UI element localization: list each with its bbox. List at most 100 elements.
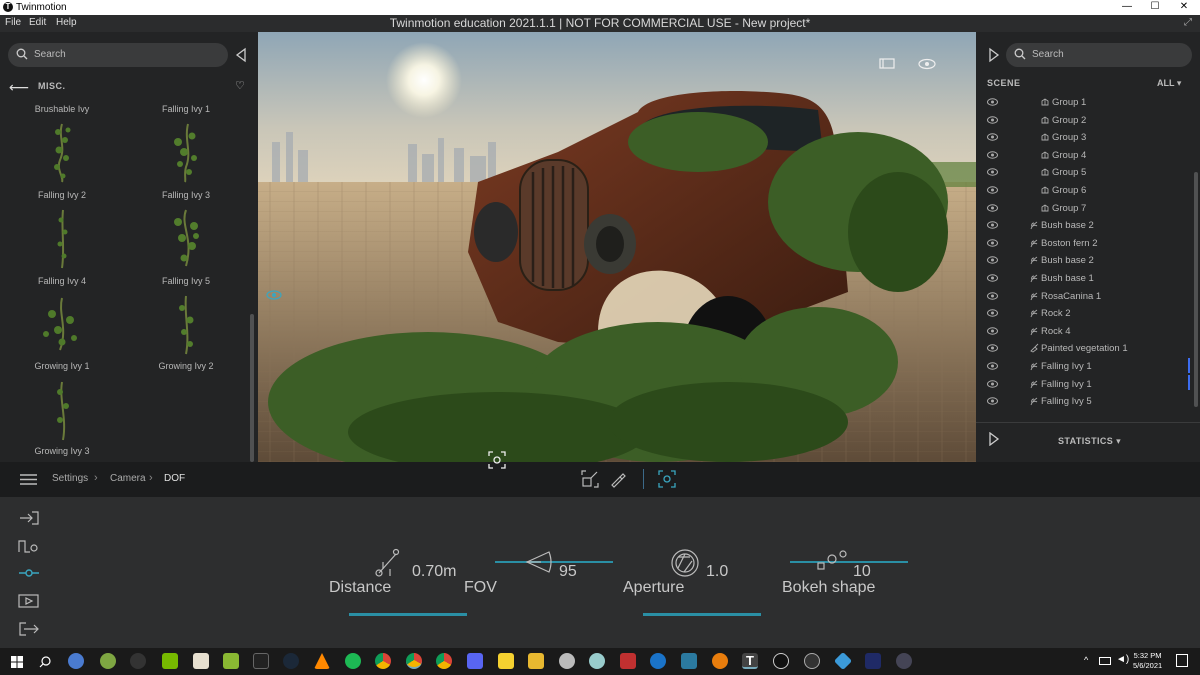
scene-item[interactable]: Group 3 — [976, 129, 1186, 146]
media-icon[interactable] — [18, 593, 40, 609]
library-search-input[interactable]: Search — [8, 43, 228, 67]
visibility-eye-icon[interactable] — [987, 274, 998, 282]
distance-slider[interactable] — [349, 613, 467, 616]
visibility-eye-icon[interactable] — [987, 256, 998, 265]
taskbar-app-icon[interactable] — [100, 653, 116, 669]
menu-help[interactable]: Help — [56, 17, 77, 28]
eyedropper-icon[interactable] — [608, 469, 628, 489]
epic-games-icon[interactable] — [253, 653, 269, 669]
taskbar-app-icon[interactable] — [865, 653, 881, 669]
scene-item[interactable]: Group 6 — [976, 182, 1186, 199]
taskbar-app-icon[interactable] — [833, 651, 853, 671]
taskbar-app-icon[interactable] — [223, 653, 239, 669]
maximize-button[interactable]: ☐ — [1146, 1, 1164, 12]
taskbar-app-icon[interactable] — [193, 653, 209, 669]
taskbar-app-icon[interactable] — [804, 653, 820, 669]
settings-slider-icon[interactable] — [18, 565, 40, 581]
scene-item[interactable]: Falling Ivy 5 — [976, 393, 1186, 410]
ivy-thumbnail[interactable] — [32, 122, 92, 184]
scene-item[interactable]: Falling Ivy 1 — [976, 358, 1186, 375]
visibility-eye-icon[interactable] — [987, 168, 998, 177]
taskbar-app-icon[interactable] — [589, 653, 605, 669]
library-scrollbar[interactable] — [250, 314, 254, 462]
scene-item[interactable]: RosaCanina 1 — [976, 288, 1186, 305]
visibility-eye-icon[interactable] — [987, 98, 998, 106]
scene-item[interactable]: Falling Ivy 1 — [976, 376, 1186, 393]
chrome-icon[interactable] — [375, 653, 391, 669]
ivy-thumbnail[interactable] — [32, 294, 92, 356]
expand-panel-icon[interactable] — [988, 47, 1000, 63]
visibility-eye-icon[interactable] — [987, 203, 998, 212]
discord-icon[interactable] — [467, 653, 483, 669]
menu-edit[interactable]: Edit — [29, 17, 46, 28]
volume-icon[interactable]: ◄) — [1116, 654, 1129, 665]
visibility-eye-icon[interactable] — [987, 115, 998, 124]
battery-icon[interactable] — [1099, 657, 1111, 665]
search-icon[interactable] — [39, 656, 51, 668]
fov-slider[interactable] — [495, 561, 613, 563]
back-arrow-icon[interactable]: ⟵ — [9, 79, 29, 96]
scene-item[interactable]: Bush base 2 — [976, 252, 1186, 269]
visibility-eye-icon[interactable] — [987, 151, 998, 159]
scene-item[interactable]: Rock 4 — [976, 323, 1186, 340]
scene-item[interactable]: Group 7 — [976, 200, 1186, 217]
taskbar-app-icon[interactable] — [650, 653, 666, 669]
scene-item[interactable]: Rock 2 — [976, 305, 1186, 322]
windows-start-icon[interactable] — [11, 656, 23, 668]
visibility-eye-icon[interactable] — [987, 309, 998, 317]
blender-icon[interactable] — [712, 653, 728, 669]
export-icon[interactable] — [18, 621, 40, 637]
screenshot-icon[interactable] — [487, 450, 507, 470]
notification-icon[interactable] — [1176, 654, 1188, 667]
visibility-eye-icon[interactable] — [987, 327, 998, 335]
visibility-eye-icon[interactable] — [987, 133, 998, 141]
taskbar-app-icon[interactable] — [130, 653, 146, 669]
breadcrumb-dof[interactable]: DOF — [164, 473, 185, 484]
ivy-thumbnail[interactable] — [156, 294, 216, 356]
scene-item[interactable]: Group 5 — [976, 164, 1186, 181]
chrome-icon[interactable] — [406, 653, 422, 669]
close-button[interactable]: ✕ — [1175, 1, 1193, 12]
ivy-thumbnail[interactable] — [32, 208, 92, 270]
expand-statistics-icon[interactable] — [988, 432, 1000, 446]
scene-filter-dropdown[interactable]: ALL ▾ — [1157, 78, 1181, 89]
statistics-dropdown[interactable]: STATISTICS ▾ — [1058, 436, 1121, 447]
fullscreen-icon[interactable]: ⤢ — [1184, 17, 1192, 28]
focus-target-icon[interactable] — [657, 469, 677, 489]
steam-icon[interactable] — [283, 653, 299, 669]
visibility-eye-icon[interactable] — [987, 221, 998, 229]
scene-item[interactable]: Group 2 — [976, 112, 1186, 129]
visibility-eye-icon[interactable] — [987, 239, 998, 247]
visibility-eye-icon[interactable] — [987, 397, 998, 405]
clock[interactable]: 5:32 PM 5/6/2021 — [1133, 651, 1162, 671]
import-icon[interactable] — [18, 510, 40, 526]
hamburger-menu-icon[interactable] — [20, 474, 37, 485]
tray-chevron-icon[interactable]: ^ — [1084, 655, 1088, 665]
unreal-icon[interactable] — [773, 653, 789, 669]
visibility-eye-icon[interactable] — [987, 344, 998, 353]
collapse-panel-icon[interactable] — [234, 47, 248, 63]
3d-viewport[interactable] — [258, 32, 976, 462]
minimize-button[interactable]: — — [1118, 1, 1136, 12]
taskbar-app-icon[interactable] — [681, 653, 697, 669]
scene-item[interactable]: Group 4 — [976, 147, 1186, 164]
twinmotion-taskbar-icon[interactable]: T — [742, 653, 758, 669]
taskbar-app-icon[interactable] — [620, 653, 636, 669]
visibility-eye-icon[interactable] — [987, 362, 998, 370]
aperture-slider[interactable] — [643, 613, 761, 616]
vlc-icon[interactable] — [314, 653, 330, 669]
file-explorer-icon[interactable] — [528, 653, 544, 669]
scene-item[interactable]: Bush base 2 — [976, 217, 1186, 234]
breadcrumb-settings[interactable]: Settings — [52, 473, 88, 484]
fit-view-icon[interactable] — [580, 469, 600, 489]
visibility-eye-icon[interactable] — [987, 291, 998, 300]
scene-search-input[interactable]: Search — [1006, 43, 1192, 67]
scene-scrollbar[interactable] — [1194, 172, 1198, 407]
visibility-eye-icon[interactable] — [987, 379, 998, 388]
taskbar-app-icon[interactable] — [896, 653, 912, 669]
scene-item[interactable]: Group 1 — [976, 94, 1186, 111]
scene-item[interactable]: Boston fern 2 — [976, 235, 1186, 252]
taskbar-app-icon[interactable] — [162, 653, 178, 669]
menu-file[interactable]: File — [5, 17, 21, 28]
ivy-thumbnail[interactable] — [32, 380, 92, 442]
